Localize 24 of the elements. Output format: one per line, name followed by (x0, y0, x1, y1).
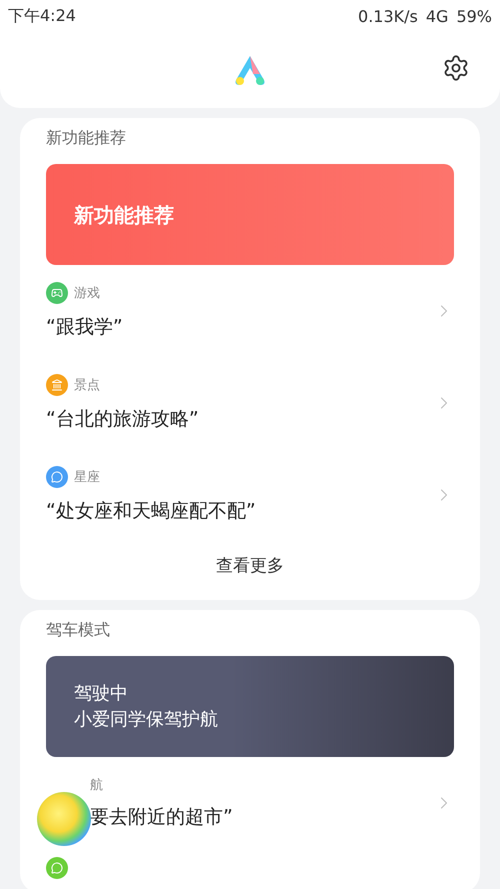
category-label: 航 (90, 777, 103, 794)
suggestion-item[interactable]: 景点 “台北的旅游攻略” (46, 357, 454, 449)
category-label: 星座 (74, 469, 100, 486)
banner-text: 新功能推荐 (74, 202, 174, 228)
banner-text: 小爱同学保驾护航 (74, 708, 218, 732)
section-title: 新功能推荐 (46, 128, 127, 149)
suggestion-text: “处女座和天蝎座配不配” (46, 499, 257, 524)
banner-text: 驾驶中 (74, 682, 128, 706)
battery-level: 59% (456, 6, 492, 26)
see-more-button[interactable]: 查看更多 (210, 553, 290, 578)
network-type: 4G (426, 6, 448, 26)
category-label: 景点 (74, 377, 100, 394)
suggestion-text: “跟我学” (46, 315, 124, 340)
category-label: 游戏 (74, 285, 100, 302)
time: 下午4:24 (8, 6, 76, 26)
settings-button[interactable] (442, 54, 470, 82)
driving-banner[interactable]: 驾驶中 小爱同学保驾护航 (46, 656, 454, 757)
suggestion-text: 要去附近的超市” (90, 805, 234, 830)
suggestion-item[interactable]: 游戏 “跟我学” (46, 265, 454, 357)
network-speed: 0.13K/s (358, 6, 418, 26)
section-title: 驾车模式 (46, 620, 111, 641)
suggestion-item[interactable]: 星座 “处女座和天蝎座配不配” (46, 449, 454, 541)
app-logo-icon (233, 54, 267, 86)
suggestion-text: “台北的旅游攻略” (46, 407, 200, 432)
